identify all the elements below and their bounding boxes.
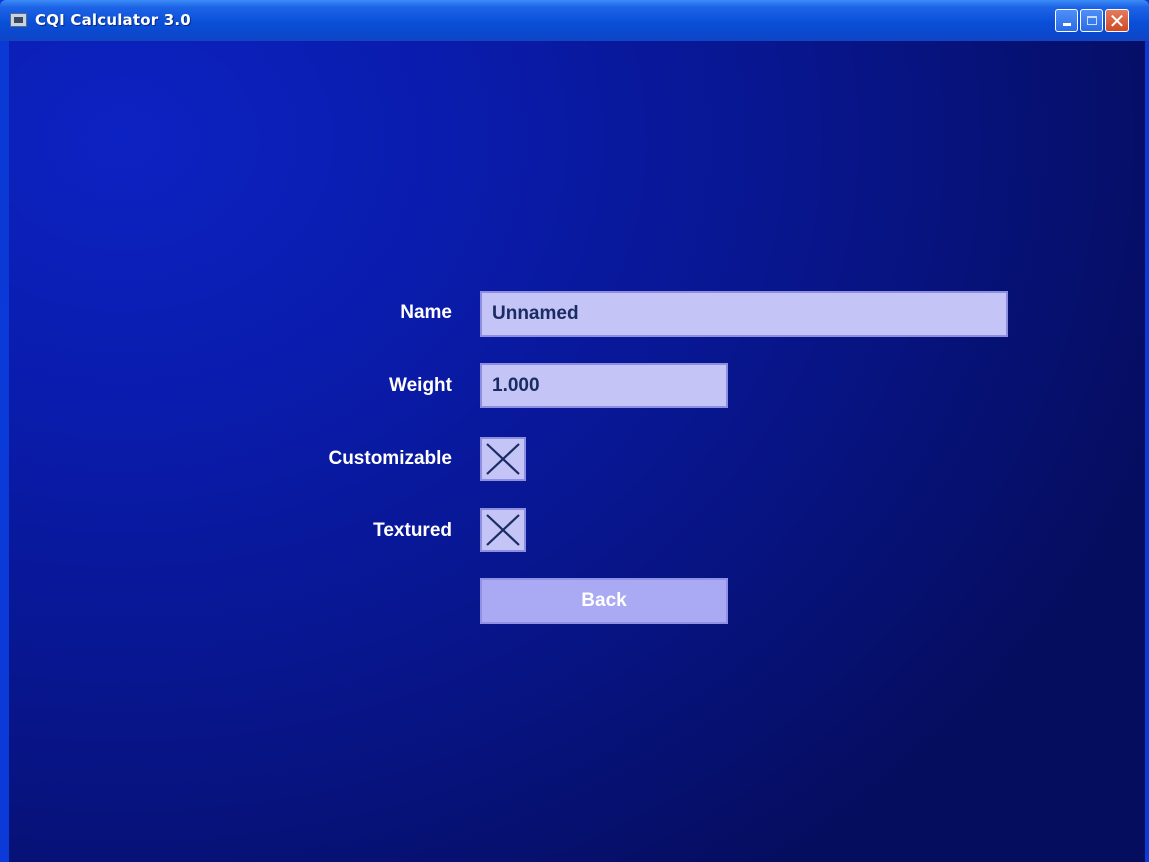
maximize-button[interactable]	[1080, 9, 1103, 32]
minimize-icon	[1062, 23, 1071, 26]
maximize-icon	[1086, 16, 1097, 25]
close-icon: ✕	[1108, 8, 1126, 33]
name-field[interactable]: Unnamed	[480, 291, 1008, 337]
close-button[interactable]: ✕	[1105, 9, 1129, 32]
weight-field[interactable]: 1.000	[480, 363, 728, 408]
check-x-icon	[486, 514, 520, 546]
check-x-icon	[486, 443, 520, 475]
window-title: CQI Calculator 3.0	[35, 11, 191, 29]
weight-label: Weight	[389, 375, 452, 396]
client-area: Name Unnamed Weight 1.000 Customizable T…	[9, 41, 1145, 862]
app-icon[interactable]	[10, 13, 27, 27]
customizable-label: Customizable	[328, 448, 452, 469]
minimize-button[interactable]	[1055, 9, 1078, 32]
textured-checkbox[interactable]	[480, 508, 526, 552]
title-bar[interactable]: CQI Calculator 3.0 ✕	[0, 0, 1149, 41]
name-label: Name	[400, 302, 452, 323]
back-button[interactable]: Back	[480, 578, 728, 624]
app-window: CQI Calculator 3.0 ✕ Name Unnamed Weight…	[0, 0, 1149, 862]
customizable-checkbox[interactable]	[480, 437, 526, 481]
textured-label: Textured	[373, 520, 452, 541]
